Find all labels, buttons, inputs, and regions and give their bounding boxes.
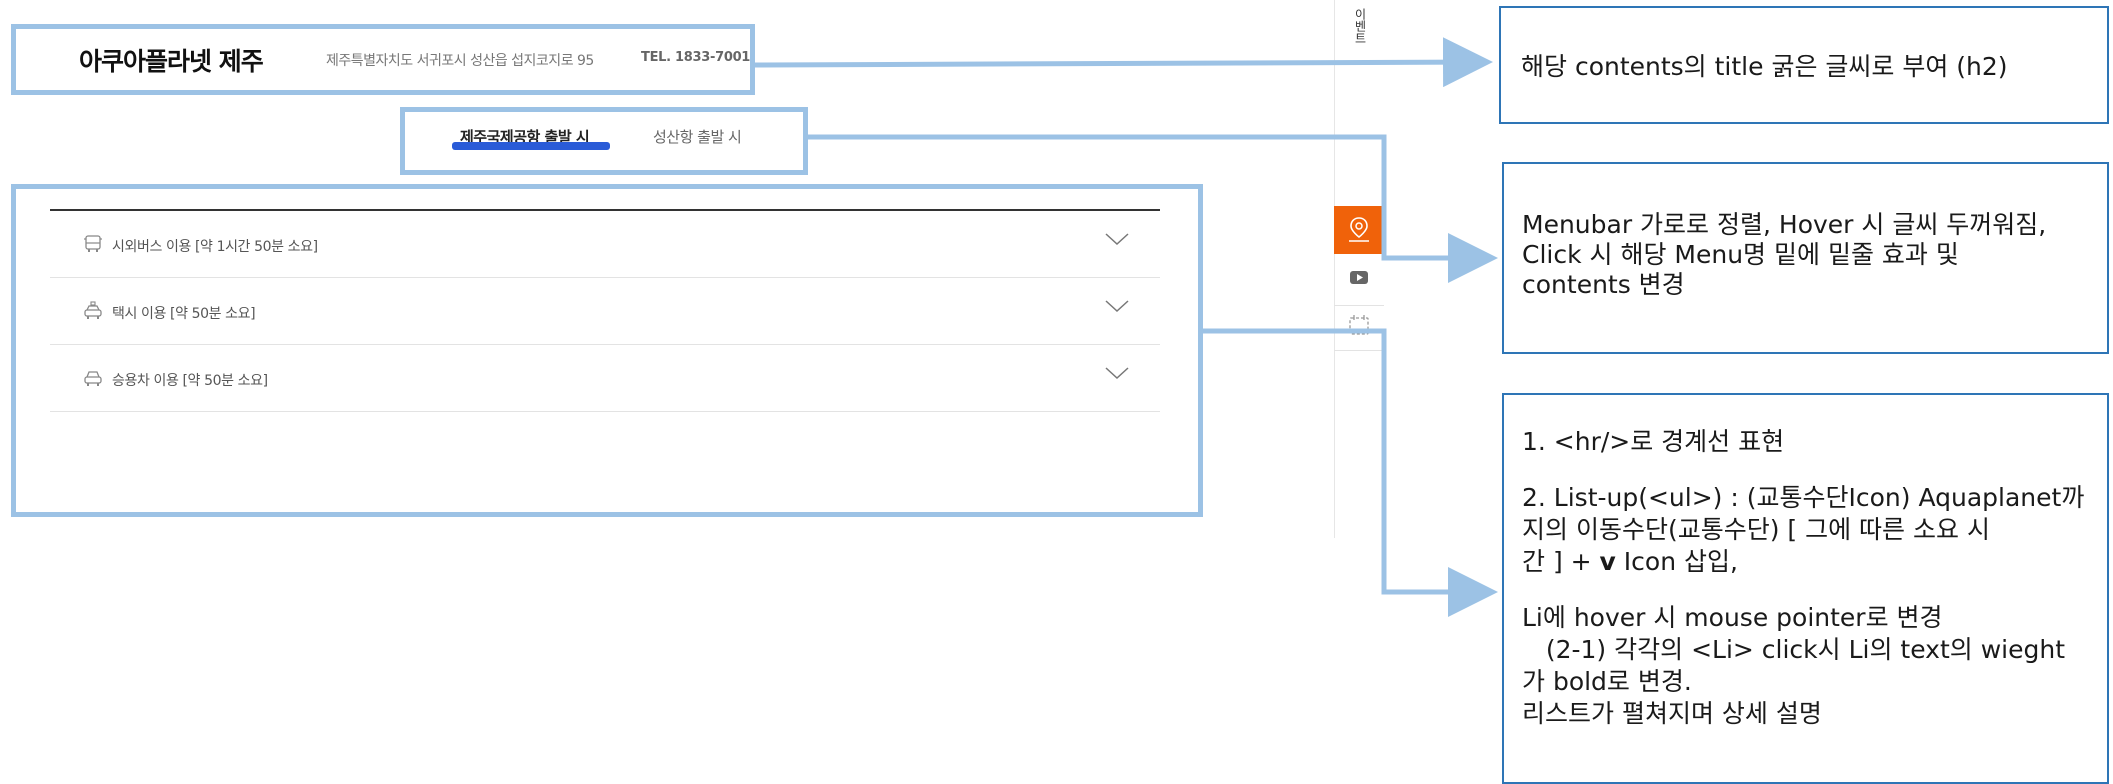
note-line: 지의 이동수단(교통수단) [ 그에 따른 소요 시 — [1522, 515, 1990, 544]
note-line: 가 bold로 변경. — [1522, 667, 1692, 696]
chevron-glyph: v — [1599, 547, 1616, 576]
note-line: Li에 hover 시 mouse pointer로 변경 — [1522, 603, 1943, 632]
note-list-text: 1. <hr/>로 경계선 표현 2. List-up(<ul>) : (교통수… — [1522, 426, 2084, 730]
note-line: 2. List-up(<ul>) : (교통수단Icon) Aquaplanet… — [1522, 483, 2085, 512]
note-line: Menubar 가로로 정렬, Hover 시 글씨 두꺼워짐, — [1522, 210, 2047, 239]
note-line: 1. <hr/>로 경계선 표현 — [1522, 427, 1785, 456]
note-line: 간 ] + v Icon 삽입, — [1522, 546, 2084, 578]
note-line-part: 간 ] + — [1522, 547, 1600, 576]
note-line-part: Icon 삽입, — [1615, 547, 1738, 576]
note-title-text: 해당 contents의 title 굵은 글씨로 부여 (h2) — [1521, 52, 2008, 81]
note-menubar: Menubar 가로로 정렬, Hover 시 글씨 두꺼워짐, Click 시… — [1502, 162, 2109, 354]
note-line: contents 변경 — [1522, 270, 1685, 299]
note-line: 리스트가 펼쳐지며 상세 설명 — [1522, 699, 1822, 728]
note-line: (2-1) 각각의 <Li> click시 Li의 text의 wieght — [1522, 635, 2065, 664]
note-title: 해당 contents의 title 굵은 글씨로 부여 (h2) — [1499, 6, 2109, 124]
note-line: Click 시 해당 Menu명 밑에 밑줄 효과 및 — [1522, 240, 1959, 269]
note-menubar-text: Menubar 가로로 정렬, Hover 시 글씨 두꺼워짐, Click 시… — [1522, 210, 2046, 300]
note-list: 1. <hr/>로 경계선 표현 2. List-up(<ul>) : (교통수… — [1502, 393, 2109, 784]
